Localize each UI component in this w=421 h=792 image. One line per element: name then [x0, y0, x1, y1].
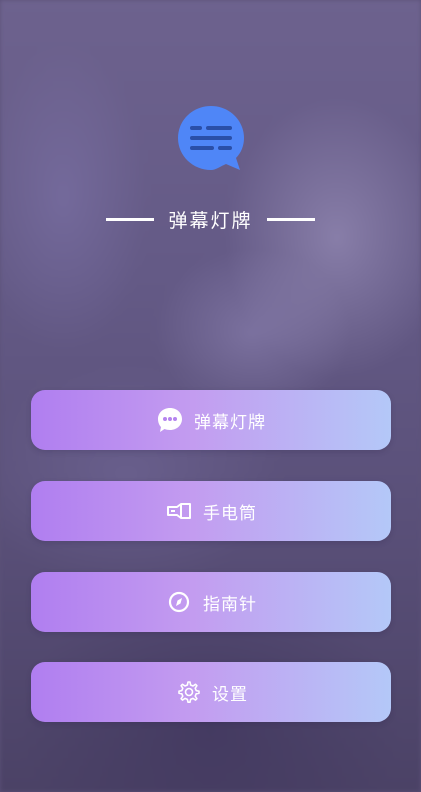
danmaku-sign-button[interactable]: 弹幕灯牌	[31, 390, 391, 450]
chat-bubble-icon	[156, 406, 184, 434]
settings-button[interactable]: 设置	[31, 662, 391, 722]
flashlight-icon	[165, 497, 193, 525]
danmaku-sign-label: 弹幕灯牌	[194, 412, 266, 433]
app-logo	[176, 104, 246, 174]
app-title: 弹幕灯牌	[168, 209, 253, 232]
compass-label: 指南针	[203, 594, 257, 615]
chat-bubble-icon	[178, 106, 244, 170]
flashlight-label: 手电筒	[203, 503, 257, 524]
title-divider-right	[266, 217, 315, 221]
compass-button[interactable]: 指南针	[31, 572, 391, 632]
gear-icon	[174, 678, 202, 706]
settings-label: 设置	[212, 684, 248, 705]
compass-icon	[165, 588, 193, 616]
flashlight-button[interactable]: 手电筒	[31, 481, 391, 541]
title-divider-left	[106, 217, 155, 221]
app-title-row: 弹幕灯牌	[0, 204, 421, 234]
